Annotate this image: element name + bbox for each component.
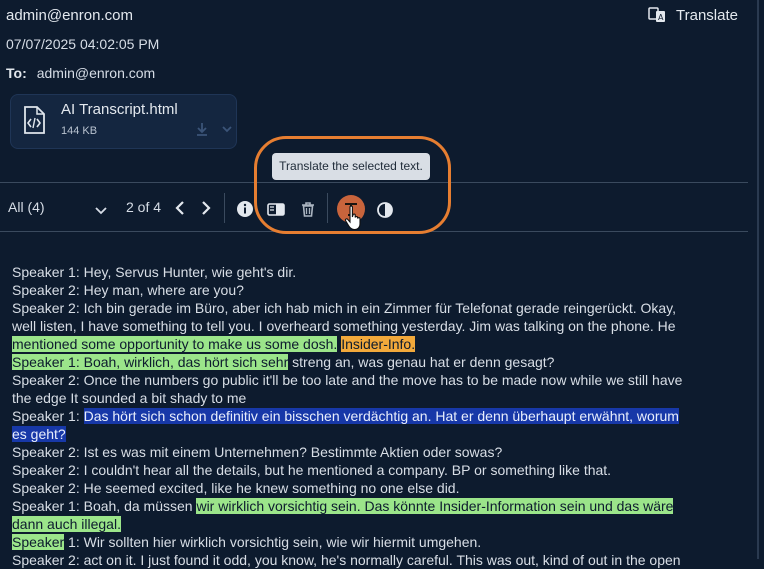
filter-dropdown[interactable]: All (4) <box>8 199 45 215</box>
transcript-line: mentioned some opportunity to make us so… <box>12 335 742 353</box>
transcript-text: well listen, I have something to tell yo… <box>12 318 676 334</box>
highlight-green: Speaker 1: Boah, wirklich, das hört sich… <box>12 354 289 370</box>
attachment-card[interactable]: AI Transcript.html 144 KB <box>10 94 237 149</box>
transcript-line: Speaker 2: Ich bin gerade im Büro, aber … <box>12 299 742 317</box>
svg-text:A: A <box>658 13 664 22</box>
transcript-text: Speaker 2: Once the numbers go public it… <box>12 372 683 388</box>
transcript-line: Speaker 2: Ist es was mit einem Unterneh… <box>12 443 742 461</box>
chevron-down-icon[interactable] <box>95 203 107 215</box>
highlight-green: wir wirklich vorsichtig sein. Das könnte… <box>196 498 674 514</box>
transcript-line: Speaker 1: Boah, wirklich, das hört sich… <box>12 353 742 371</box>
transcript-line: Speaker 1: Wir sollten hier wirklich vor… <box>12 533 742 551</box>
attachment-name: AI Transcript.html <box>61 101 178 118</box>
transcript-text: Speaker 2: Ich bin gerade im Büro, aber … <box>12 300 677 316</box>
page-indicator: 2 of 4 <box>126 199 162 215</box>
recipient-row: To: admin@enron.com <box>6 65 155 81</box>
transcript-line: Speaker 1: Boah, da müssen wir wirklich … <box>12 497 742 515</box>
highlight-green: dann auch illegal. <box>12 516 121 532</box>
chevron-down-icon[interactable] <box>220 122 234 136</box>
transcript-line: es geht? <box>12 425 742 443</box>
transcript-text: Speaker 1: Hey, Servus Hunter, wie geht'… <box>12 264 297 280</box>
transcript-line: Speaker 1: Hey, Servus Hunter, wie geht'… <box>12 263 742 281</box>
highlight-green: Speaker <box>12 534 65 550</box>
info-icon[interactable] <box>236 200 254 218</box>
to-label: To: <box>6 65 27 81</box>
transcript-text: Speaker 2: He seemed excited, like he kn… <box>12 480 460 496</box>
download-icon[interactable] <box>195 122 209 136</box>
transcript-text: Speaker 2: Hey man, where are you? <box>12 282 244 298</box>
transcript-text: the edge It sounded a bit shady to me <box>12 390 247 406</box>
highlight-green: mentioned some opportunity to make us so… <box>12 336 338 352</box>
hand-cursor-icon <box>344 205 364 231</box>
toolbar-separator <box>224 193 225 223</box>
highlight-blue: Das hört sich schon definitiv ein bissch… <box>83 408 679 424</box>
attachment-size: 144 KB <box>61 125 98 137</box>
transcript-line: Speaker 1: Das hört sich schon definitiv… <box>12 407 742 425</box>
transcript-line: dann auch illegal. <box>12 515 742 533</box>
transcript-line: Speaker 2: Once the numbers go public it… <box>12 371 742 389</box>
transcript-line: Speaker 2: I couldn't hear all the detai… <box>12 461 742 479</box>
html-file-icon <box>23 106 45 134</box>
transcript-text: streng an, was genau hat er denn gesagt? <box>288 354 555 370</box>
transcript-text: Speaker 2: act on it. I just found it od… <box>12 552 681 568</box>
transcript-text: Speaker 1: Boah, da müssen <box>12 498 197 514</box>
sender-address: admin@enron.com <box>6 7 133 24</box>
transcript-text: Speaker 2: I couldn't hear all the detai… <box>12 462 612 478</box>
previous-arrow-icon[interactable] <box>174 200 186 216</box>
transcript-line: the edge It sounded a bit shady to me <box>12 389 742 407</box>
transcript-body: Speaker 1: Hey, Servus Hunter, wie geht'… <box>12 263 742 569</box>
transcript-line: Speaker 2: He seemed excited, like he kn… <box>12 479 742 497</box>
transcript-text: Speaker 1: <box>12 408 84 424</box>
translate-icon: A <box>648 6 666 24</box>
transcript-text: 1: Wir sollten hier wirklich vorsichtig … <box>64 534 482 550</box>
transcript-line: Speaker 2: act on it. I just found it od… <box>12 551 742 569</box>
transcript-line: well listen, I have something to tell yo… <box>12 317 742 335</box>
next-arrow-icon[interactable] <box>200 200 212 216</box>
translate-button[interactable]: A Translate <box>648 6 738 24</box>
email-date: 07/07/2025 04:02:05 PM <box>6 36 160 52</box>
highlight-blue: es geht? <box>12 426 66 442</box>
translate-label: Translate <box>676 6 738 24</box>
transcript-text: Speaker 2: Ist es was mit einem Unterneh… <box>12 444 503 460</box>
transcript-line: Speaker 2: Hey man, where are you? <box>12 281 742 299</box>
pane-border <box>757 0 759 559</box>
recipient-address: admin@enron.com <box>36 65 156 81</box>
highlight-orange: Insider-Info. <box>341 336 416 352</box>
